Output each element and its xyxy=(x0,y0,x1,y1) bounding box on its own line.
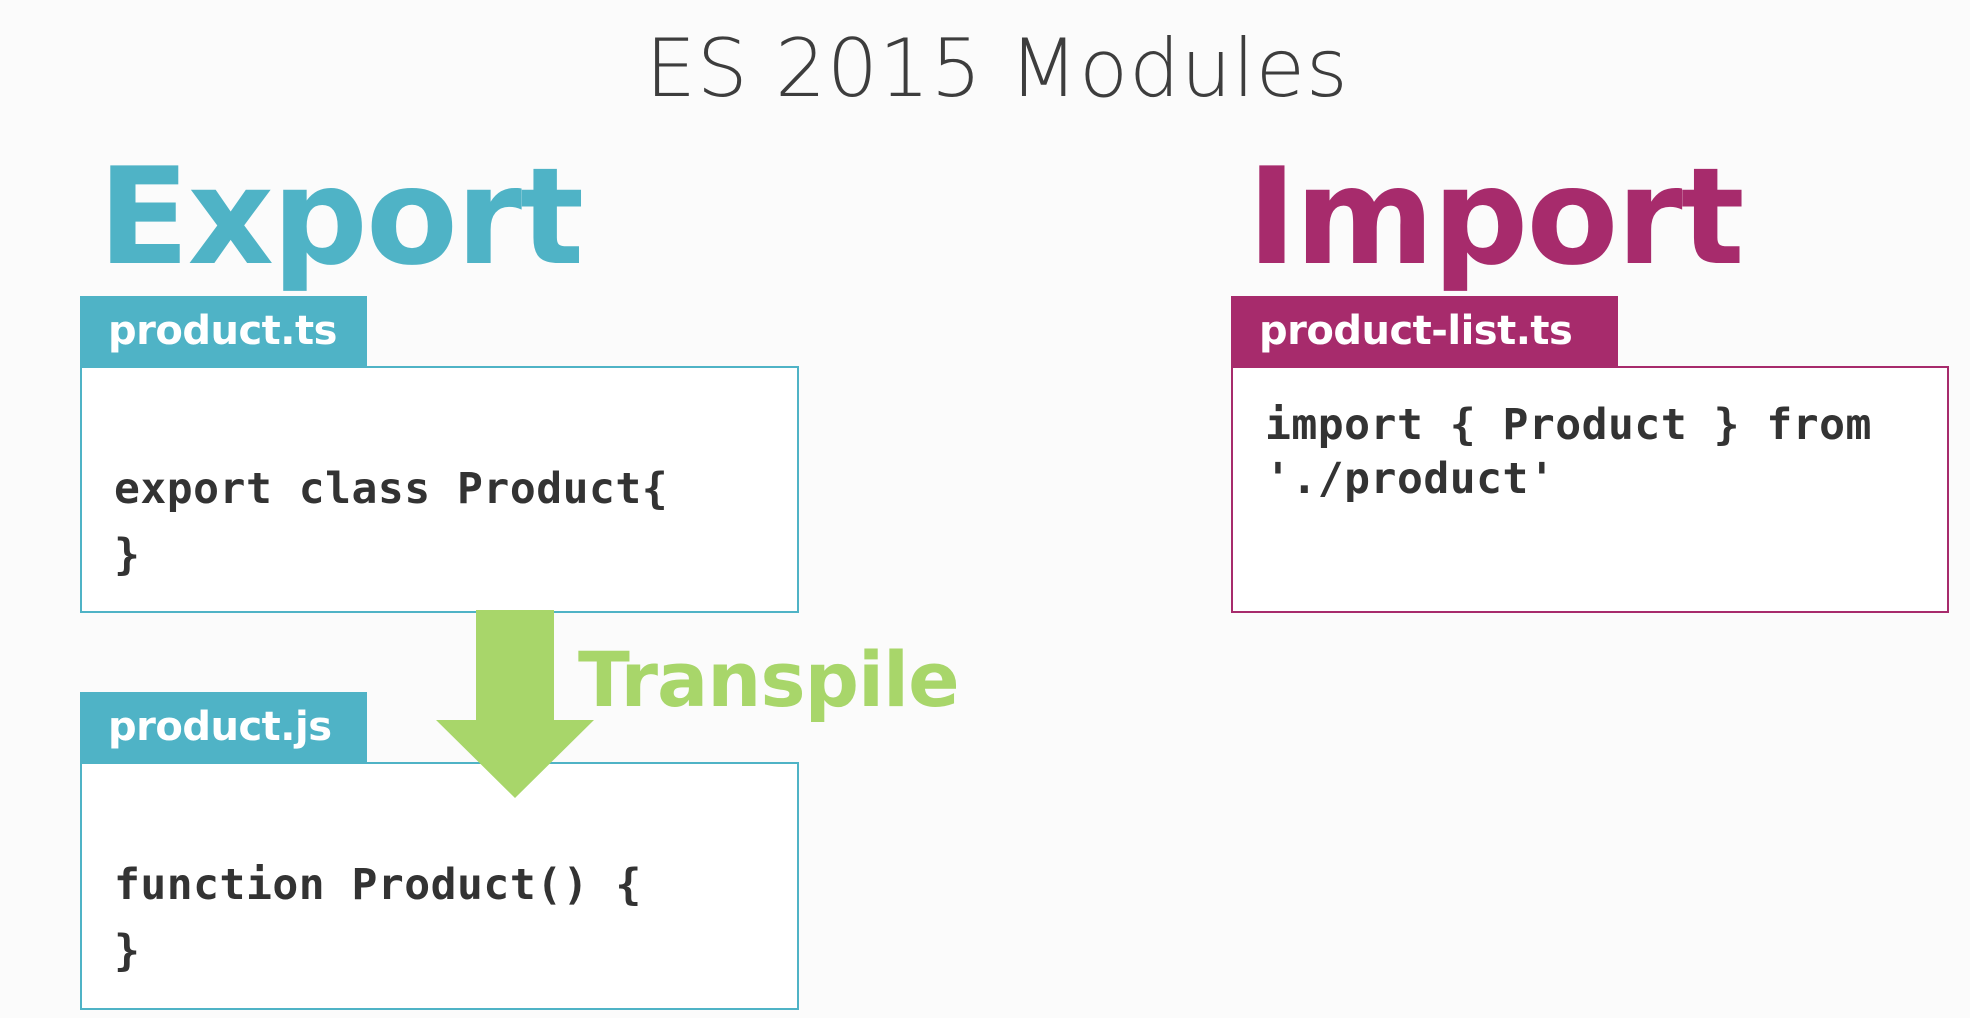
down-arrow-icon xyxy=(436,610,594,798)
slide: ES 2015 Modules Export product.ts export… xyxy=(0,0,1970,1018)
product-list-ts-code-line-1: import { Product } from xyxy=(1265,400,1872,450)
product-js-code-line-2: } xyxy=(114,926,141,976)
product-ts-code-line-2: } xyxy=(114,530,141,580)
product-ts-code-line-1: export class Product{ xyxy=(114,464,669,514)
product-ts-tab: product.ts xyxy=(80,296,367,368)
product-list-ts-tab: product-list.ts xyxy=(1231,296,1618,368)
product-js-tab: product.js xyxy=(80,692,367,764)
product-js-code-box: function Product() { } xyxy=(80,762,799,1010)
transpile-label: Transpile xyxy=(578,635,960,724)
product-list-ts-code-line-2: './product' xyxy=(1265,454,1556,504)
product-ts-code-box: export class Product{ } xyxy=(80,366,799,613)
slide-title: ES 2015 Modules xyxy=(645,22,1349,115)
product-list-ts-code-box: import { Product } from './product' xyxy=(1231,366,1949,613)
export-heading: Export xyxy=(98,139,584,295)
product-js-code-line-1: function Product() { xyxy=(114,860,642,910)
import-heading: Import xyxy=(1247,139,1745,295)
